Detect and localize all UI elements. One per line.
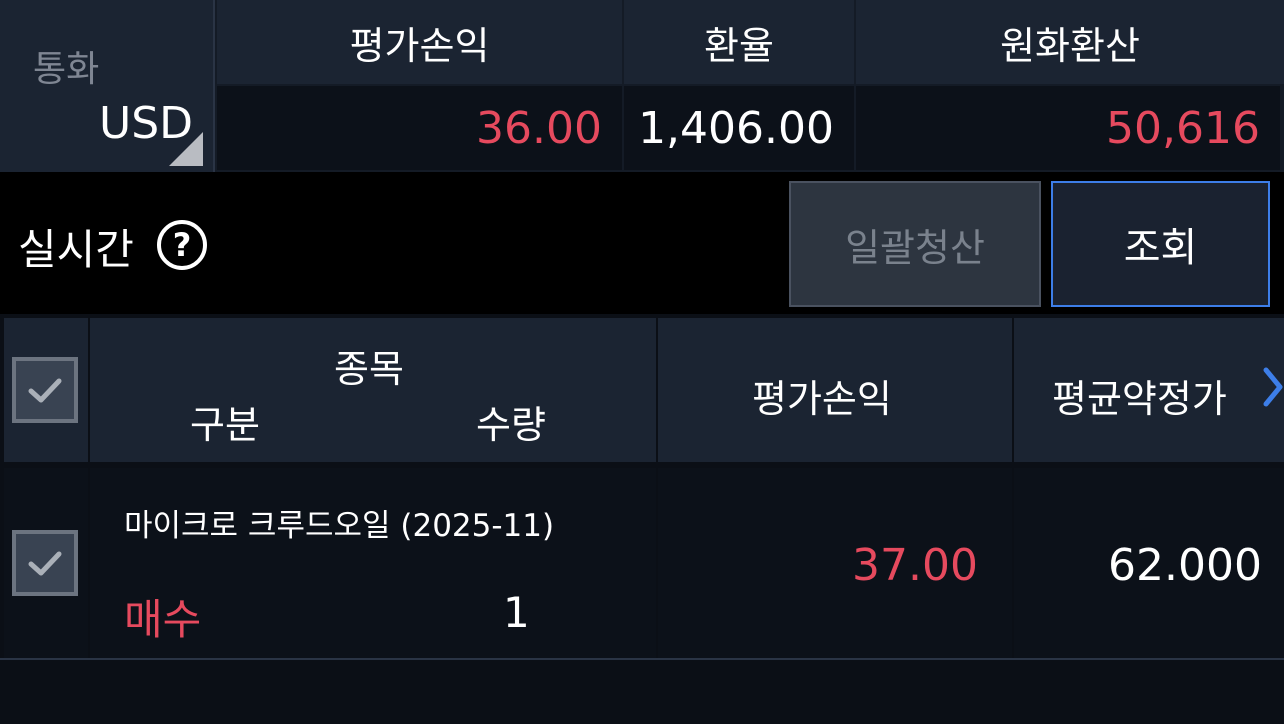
liquidate-all-button[interactable]: 일괄청산 xyxy=(789,181,1041,307)
row-side: 매수 xyxy=(124,595,202,644)
krw-converted-value: 50,616 xyxy=(856,86,1280,170)
header-eval-pnl: 평가손익 xyxy=(752,377,892,421)
dropdown-corner-icon[interactable] xyxy=(169,132,203,166)
header-item-cell: 종목 구분 수량 xyxy=(90,318,656,462)
chevron-right-icon[interactable] xyxy=(1260,364,1284,410)
row-eval-pnl-cell: 37.00 xyxy=(658,468,1012,658)
positions-table: 종목 구분 수량 평가손익 평균약정가 마이크로 크루드오일 (2025-11)… xyxy=(0,314,1284,724)
eval-pnl-value: 36.00 xyxy=(217,86,622,170)
query-button[interactable]: 조회 xyxy=(1051,181,1270,307)
help-icon[interactable]: ? xyxy=(157,220,207,270)
row-select-cell xyxy=(4,468,88,658)
row-item-name: 마이크로 크루드오일 (2025-11) xyxy=(124,508,555,544)
header-item: 종목 xyxy=(334,347,404,391)
header-avg-price-cell[interactable]: 평균약정가 xyxy=(1014,318,1284,462)
currency-selector[interactable]: 통화 USD xyxy=(0,0,215,172)
row-divider xyxy=(0,658,1284,660)
header-krw-converted: 원화환산 xyxy=(856,0,1284,84)
exchange-rate-value: 1,406.00 xyxy=(624,86,854,170)
row-avg-price-cell: 62.000 xyxy=(1014,468,1284,658)
header-exchange-rate: 환율 xyxy=(624,0,854,84)
select-all-checkbox[interactable] xyxy=(12,357,78,423)
header-quantity: 수량 xyxy=(476,403,546,447)
row-item-cell[interactable]: 마이크로 크루드오일 (2025-11) 매수 1 xyxy=(90,468,656,658)
summary-panel: 통화 USD 평가손익 환율 원화환산 36.00 1,406.00 50,61… xyxy=(0,0,1284,172)
checkbox-icon xyxy=(28,378,62,403)
toolbar: 실시간 ? 일괄청산 조회 xyxy=(0,172,1284,314)
currency-label: 통화 xyxy=(33,49,100,90)
header-side: 구분 xyxy=(190,403,260,447)
row-checkbox[interactable] xyxy=(12,530,78,596)
header-avg-price: 평균약정가 xyxy=(1052,377,1227,421)
row-eval-pnl: 37.00 xyxy=(852,540,978,591)
header-eval-pnl-cell: 평가손익 xyxy=(658,318,1012,462)
header-select-cell xyxy=(4,318,88,462)
row-quantity: 1 xyxy=(503,588,530,637)
header-eval-pnl: 평가손익 xyxy=(217,0,622,84)
checkbox-icon xyxy=(28,551,62,576)
realtime-label: 실시간 xyxy=(18,225,134,274)
row-avg-price: 62.000 xyxy=(1108,540,1262,591)
